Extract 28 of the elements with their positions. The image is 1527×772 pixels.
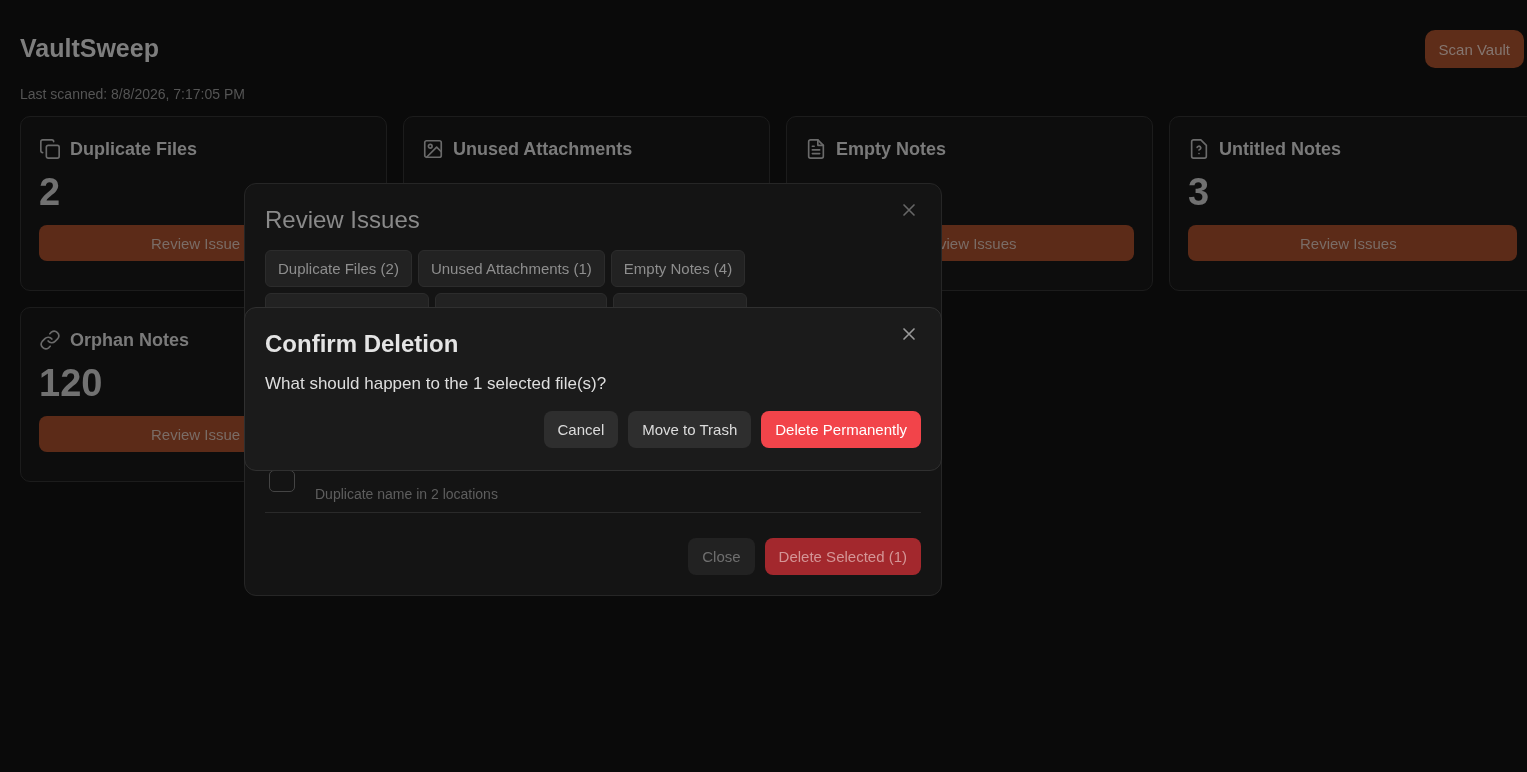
document-icon: [805, 138, 827, 160]
confirm-message: What should happen to the 1 selected file(s)?: [265, 374, 608, 394]
issue-count: 3: [1188, 171, 1210, 213]
dialog-button[interactable]: Move to Trash: [628, 411, 752, 448]
card-title: Orphan Notes: [70, 329, 189, 351]
scan-vault-button[interactable]: Scan Vault: [1424, 30, 1524, 68]
card-title: Duplicate Files: [70, 138, 198, 160]
card-title: Unused Attachments: [453, 138, 633, 160]
app-title: VaultSweep: [20, 33, 160, 64]
issue-count: 2: [39, 171, 61, 213]
delete-permanently-button[interactable]: Delete Permanently: [761, 411, 921, 448]
close-button[interactable]: Close: [688, 538, 755, 575]
link-icon: [39, 329, 61, 351]
review-issues-button[interactable]: Review Issues: [1188, 225, 1517, 261]
dialog-title: Confirm Deletion: [265, 329, 459, 359]
file-detail-text: Duplicate name in 2 locations: [315, 486, 498, 502]
filter-chip[interactable]: Empty Notes (4): [610, 250, 746, 287]
file-question-icon: [1188, 138, 1210, 160]
card-title: Untitled Notes: [1219, 138, 1341, 160]
card-title: Empty Notes: [836, 138, 947, 160]
last-scanned-text: Last scanned: 8/8/2026, 7:17:05 PM: [20, 86, 245, 102]
image-icon: [422, 138, 444, 160]
filter-chip[interactable]: Duplicate Files (2): [265, 250, 412, 287]
copy-icon: [39, 138, 61, 160]
filter-chip[interactable]: Unused Attachments (1): [417, 250, 605, 287]
delete-selected-button[interactable]: Delete Selected (1): [764, 538, 921, 575]
issue-count: 120: [39, 362, 103, 404]
dialog-button[interactable]: Cancel: [543, 411, 619, 448]
